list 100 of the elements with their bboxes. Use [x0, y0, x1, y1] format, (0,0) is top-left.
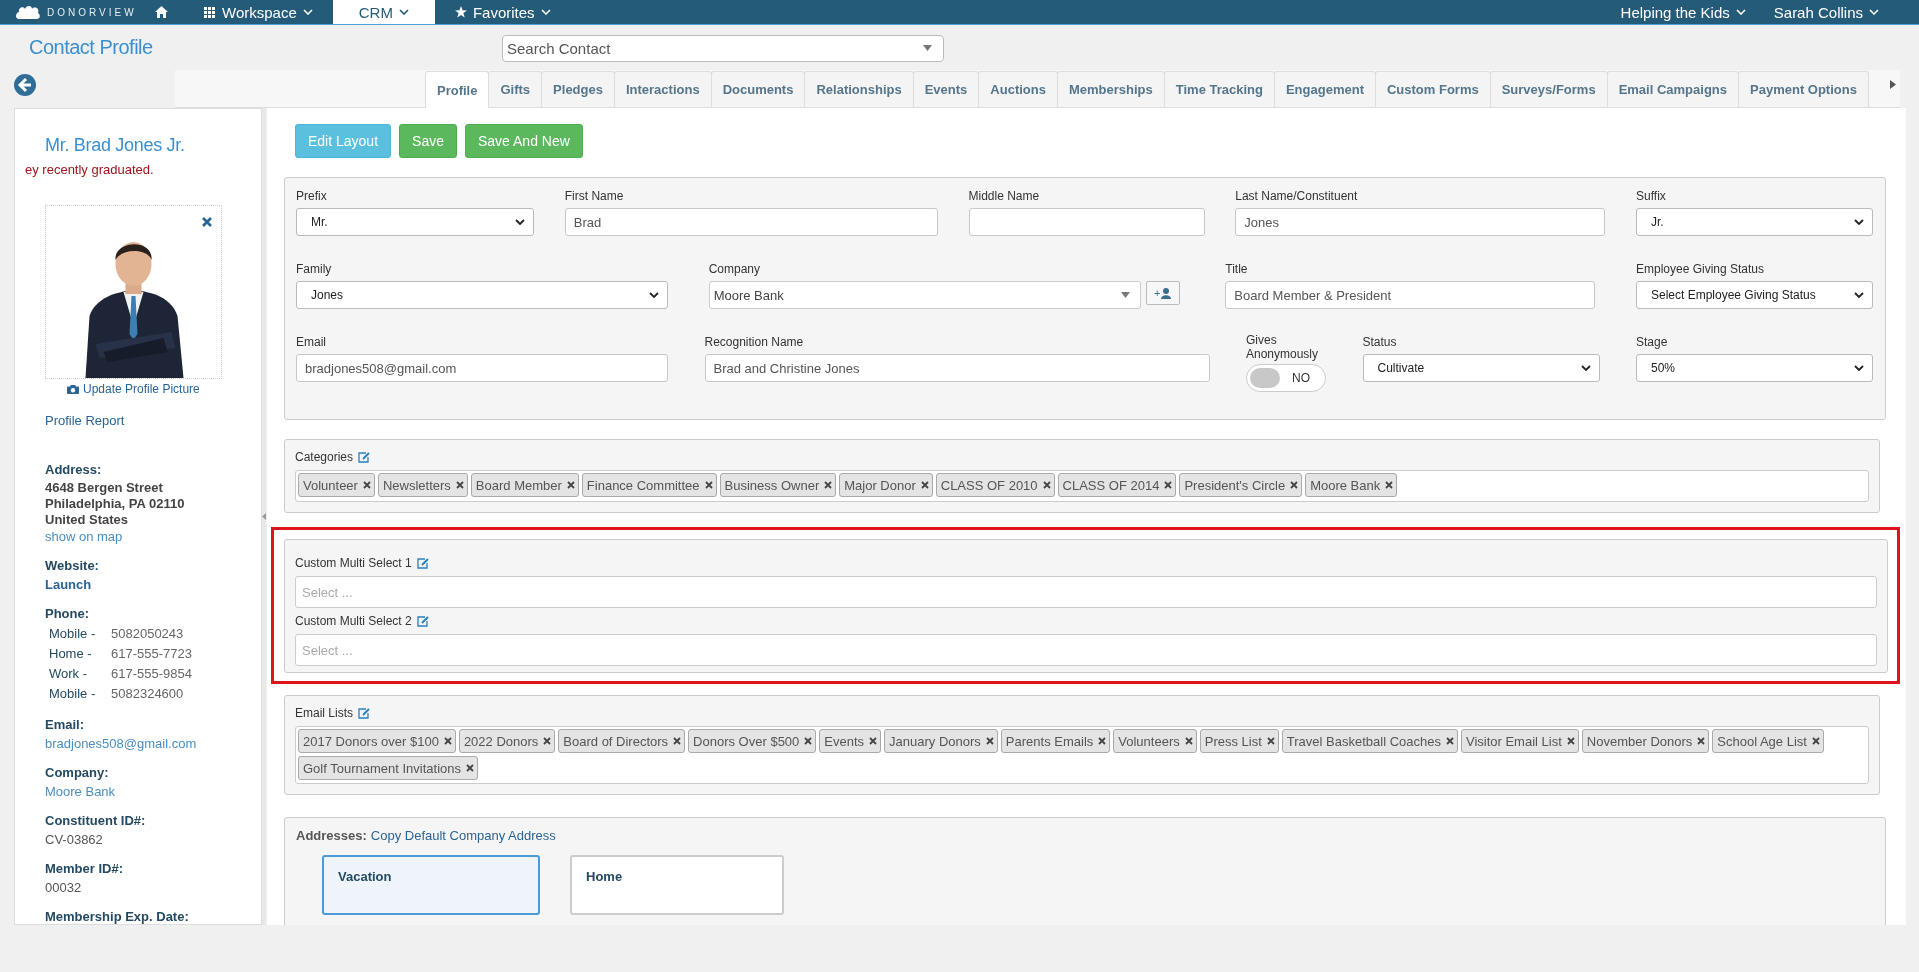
- website-link[interactable]: Launch: [45, 576, 261, 593]
- edit-icon[interactable]: [416, 557, 429, 569]
- remove-icon[interactable]: [704, 481, 713, 489]
- remove-icon[interactable]: [824, 481, 833, 489]
- phone-number: 617-555-9854: [111, 665, 192, 683]
- tag: January Donors: [884, 729, 998, 753]
- scroll-right-arrow-icon[interactable]: [1889, 80, 1896, 89]
- remove-icon[interactable]: [1098, 737, 1107, 745]
- tag-select-field[interactable]: [295, 726, 1869, 784]
- toggle-switch[interactable]: NO: [1246, 364, 1326, 392]
- field-label: Recognition Name: [704, 335, 805, 351]
- user-menu[interactable]: Sarah Collins: [1759, 0, 1893, 24]
- update-picture-link[interactable]: Update Profile Picture: [67, 382, 261, 396]
- field-label: Custom Multi Select 2: [295, 614, 412, 628]
- remove-icon[interactable]: [1042, 481, 1051, 489]
- dropdown-field[interactable]: Jones: [296, 281, 668, 309]
- detail-link[interactable]: Moore Bank: [45, 783, 261, 800]
- tag: Donors Over $500: [688, 729, 817, 753]
- remove-icon[interactable]: [1266, 737, 1275, 745]
- detail-label: Member ID#:: [45, 861, 125, 876]
- home-icon[interactable]: [155, 6, 168, 18]
- add-person-button[interactable]: +: [1145, 281, 1180, 305]
- nav-menu-item[interactable]: CRM: [332, 0, 435, 24]
- text-field[interactable]: Brad and Christine Jones: [704, 354, 1210, 382]
- contact-name: Mr. Brad Jones Jr.: [44, 135, 186, 156]
- tag: Newsletters: [377, 473, 468, 497]
- detail-label: Constituent ID#:: [45, 813, 147, 828]
- dropdown-field[interactable]: Jr.: [1636, 208, 1873, 236]
- tag: Parents Emails: [1000, 729, 1111, 753]
- address-card[interactable]: Vacation: [322, 855, 540, 915]
- detail-link[interactable]: show on map: [45, 528, 261, 545]
- dropdown-field[interactable]: Mr.: [296, 208, 534, 236]
- search-field[interactable]: Search Contact: [502, 35, 944, 62]
- remove-icon[interactable]: [804, 737, 813, 745]
- phone-number: 5082050243: [111, 625, 184, 643]
- dropdown-field[interactable]: 50%: [1636, 354, 1873, 382]
- tag: Visitor Email List: [1460, 729, 1579, 753]
- remove-icon[interactable]: [566, 481, 575, 489]
- logo-text: DONORVIEW: [47, 6, 137, 18]
- remove-icon[interactable]: [985, 737, 994, 745]
- back-arrow-icon[interactable]: [14, 74, 36, 96]
- tag-select-field[interactable]: Volunteer Newsletters Board Member Finance Committee Business Owner Major Donor CLASS OF 2010 CLASS OF 2014 President's Circle Moore Bank: [295, 470, 1869, 502]
- caret-down-icon: [1120, 292, 1130, 298]
- detail-link[interactable]: bradjones508@gmail.com: [45, 735, 261, 752]
- remove-icon[interactable]: [466, 764, 474, 772]
- remove-icon[interactable]: [1290, 481, 1299, 489]
- remove-icon[interactable]: [1697, 737, 1706, 745]
- remove-icon[interactable]: [1566, 737, 1575, 745]
- tag: Board of Directors: [558, 729, 686, 753]
- chevron-down-icon: [1869, 9, 1879, 15]
- remove-icon[interactable]: [1445, 737, 1454, 745]
- nav-menu-item[interactable]: Favorites: [440, 0, 565, 24]
- tag: Golf Tournament Invitations: [298, 756, 478, 780]
- remove-icon[interactable]: [1811, 737, 1820, 745]
- remove-icon[interactable]: [455, 481, 464, 489]
- remove-icon[interactable]: [543, 737, 552, 745]
- close-icon[interactable]: [202, 217, 212, 227]
- multi-select-field[interactable]: Select ...: [295, 576, 1877, 608]
- nav-menu-item[interactable]: Workspace: [190, 0, 327, 24]
- copy-address-link[interactable]: Copy Default Company Address: [370, 828, 556, 843]
- edit-icon[interactable]: [358, 451, 371, 463]
- field-label: Prefix: [296, 189, 328, 205]
- contact-note: ey recently graduated.: [24, 162, 155, 177]
- remove-icon[interactable]: [869, 737, 878, 745]
- remove-icon[interactable]: [1164, 481, 1173, 489]
- remove-icon[interactable]: [1184, 737, 1193, 745]
- text-field[interactable]: Board Member & President: [1225, 281, 1596, 309]
- tag: 2022 Donors: [458, 729, 556, 753]
- combo-field[interactable]: Moore Bank: [708, 281, 1141, 309]
- tag: CLASS OF 2010: [935, 473, 1055, 497]
- remove-icon[interactable]: [673, 737, 682, 745]
- dropdown-field[interactable]: Cultivate: [1362, 354, 1600, 382]
- tab[interactable]: Payment Options: [1738, 71, 1869, 107]
- edit-icon[interactable]: [358, 707, 370, 719]
- tag: November Donors: [1581, 729, 1710, 753]
- tag: Press List: [1199, 729, 1279, 753]
- remove-icon[interactable]: [1385, 481, 1394, 489]
- edit-icon[interactable]: [416, 615, 429, 627]
- tab[interactable]: Profile: [425, 71, 490, 108]
- phone-type: Mobile -: [49, 685, 97, 703]
- phone-type: Home -: [49, 645, 93, 663]
- dropdown-field[interactable]: Select Employee Giving Status: [1635, 281, 1873, 309]
- remove-icon[interactable]: [443, 737, 452, 745]
- remove-icon[interactable]: [362, 481, 371, 489]
- page-title: Contact Profile: [29, 36, 154, 59]
- detail-value: CV-03862: [45, 831, 104, 848]
- tag: Business Owner: [719, 473, 837, 497]
- tag: President's Circle: [1179, 473, 1303, 497]
- text-field[interactable]: bradjones508@gmail.com: [296, 354, 668, 382]
- text-field[interactable]: [968, 208, 1205, 236]
- text-field[interactable]: Jones: [1235, 208, 1606, 236]
- organization-menu[interactable]: Helping the Kids: [1606, 0, 1760, 24]
- chevron-down-icon: [649, 292, 659, 298]
- detail-label: Address:: [45, 462, 103, 477]
- remove-icon[interactable]: [920, 481, 929, 489]
- multi-select-field[interactable]: Select ...: [295, 634, 1877, 666]
- address-card[interactable]: Home: [570, 855, 784, 915]
- phone-type: Work -: [49, 665, 89, 683]
- profile-report-link[interactable]: Profile Report: [45, 413, 261, 428]
- text-field[interactable]: Brad: [564, 208, 938, 236]
